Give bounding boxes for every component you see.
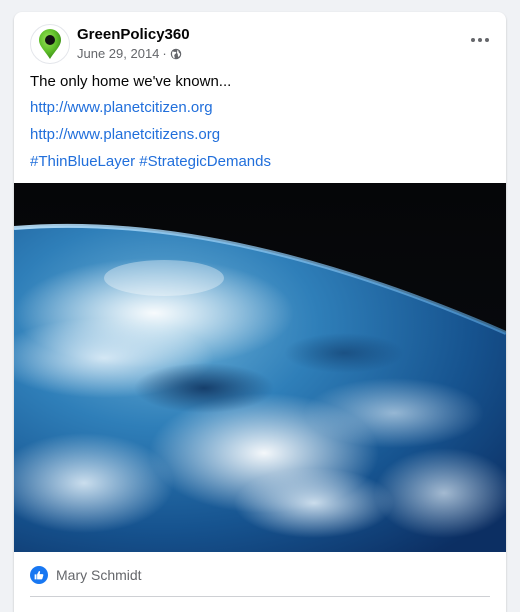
more-options-button[interactable]	[468, 30, 492, 50]
post-image[interactable]	[14, 183, 506, 552]
hashtag-thinbluelayer[interactable]: #ThinBlueLayer	[30, 153, 135, 170]
reactions-summary: Mary Schmidt	[30, 564, 142, 586]
post-link-2[interactable]: http://www.planetcitizens.org	[30, 126, 220, 143]
page-avatar[interactable]	[30, 24, 70, 64]
link-line-1: http://www.planetcitizen.org	[30, 99, 213, 117]
thumbs-up-icon	[34, 570, 44, 580]
link-line-2: http://www.planetcitizens.org	[30, 126, 220, 144]
earth-from-space-photo	[14, 183, 506, 552]
hashtag-strategicdemands[interactable]: #StrategicDemands	[139, 153, 271, 170]
more-dot	[478, 38, 482, 42]
post-link-1[interactable]: http://www.planetcitizen.org	[30, 99, 213, 116]
page-name[interactable]: GreenPolicy360	[77, 26, 190, 44]
meta-separator: ·	[162, 46, 167, 61]
more-dot	[485, 38, 489, 42]
hashtag-line: #ThinBlueLayer #StrategicDemands	[30, 153, 271, 171]
post-text: The only home we've known...	[30, 73, 232, 90]
post-date[interactable]: June 29, 2014	[77, 46, 159, 62]
post-card: GreenPolicy360 June 29, 2014 · The only …	[14, 12, 506, 612]
post-header: GreenPolicy360 June 29, 2014 ·	[14, 12, 506, 70]
like-icon[interactable]	[30, 566, 48, 584]
reactor-name[interactable]: Mary Schmidt	[56, 567, 142, 583]
map-pin-icon	[39, 29, 61, 59]
globe-icon	[170, 48, 181, 60]
more-dot	[471, 38, 475, 42]
post-meta: June 29, 2014 ·	[77, 46, 182, 62]
reactions-divider	[30, 596, 490, 597]
